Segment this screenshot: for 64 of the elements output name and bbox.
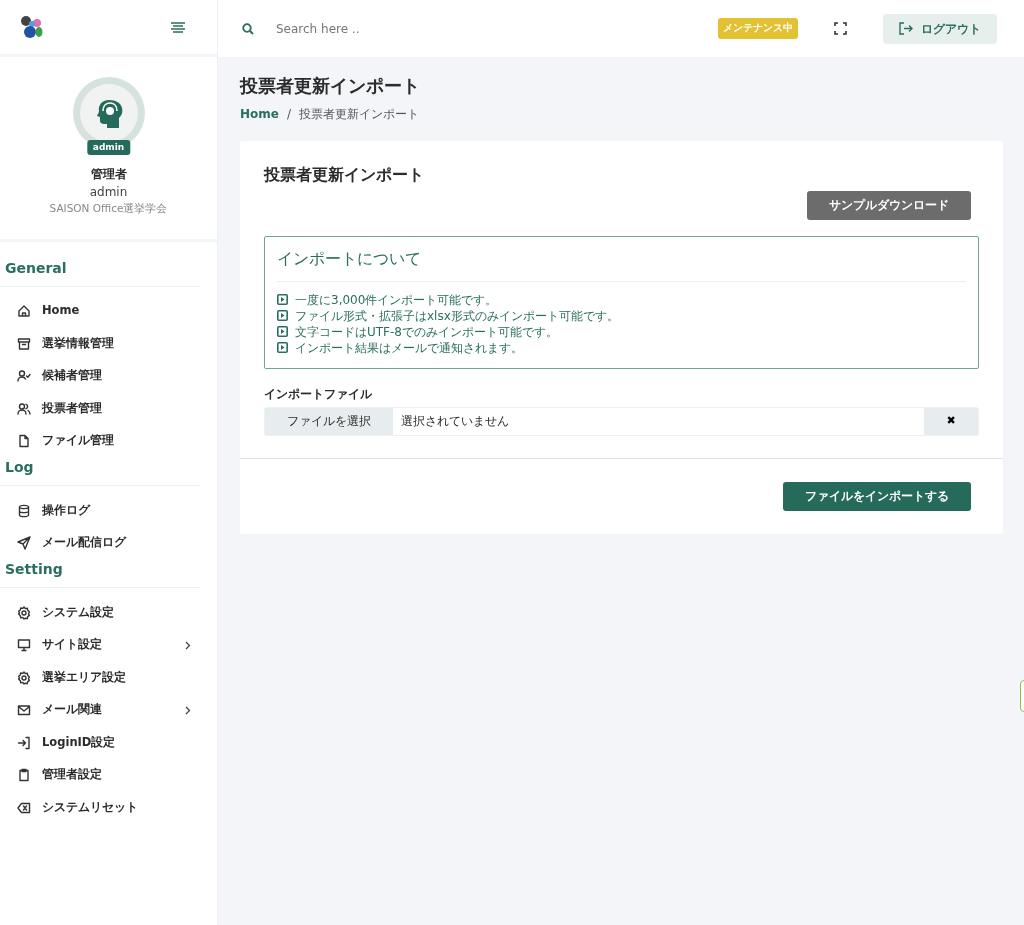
organization-name: SAISON Office選挙学会: [48, 201, 169, 216]
archive-icon: [17, 336, 31, 351]
info-text: 一度に3,000件インポート可能です。: [295, 291, 498, 308]
play-square-icon: [277, 310, 288, 322]
card-title: 投票者更新インポート: [264, 163, 425, 186]
info-text: インポート結果はメールで通知されます。: [295, 339, 523, 356]
logout-button[interactable]: ログアウト: [883, 13, 997, 44]
gear-icon: [17, 605, 31, 620]
file-status: 選択されていません: [400, 412, 510, 430]
monitor-icon: [17, 638, 31, 652]
mail-icon: [17, 703, 31, 717]
sidebar-item[interactable]: 候補者管理: [0, 359, 217, 393]
role-badge: admin: [86, 139, 131, 155]
sidebar-item[interactable]: 管理者設定: [0, 758, 217, 792]
sidebar-item[interactable]: システムリセット: [0, 791, 217, 824]
send-icon: [17, 536, 31, 550]
file-input[interactable]: ファイルを選択 選択されていません ✖: [264, 406, 979, 436]
breadcrumb-separator: /: [286, 106, 291, 121]
sidebar-item[interactable]: 操作ログ: [0, 494, 217, 527]
sidebar-item[interactable]: サイト設定: [0, 628, 217, 662]
info-text: 文字コードはUTF-8でのみインポート可能です。: [295, 323, 558, 340]
page-title: 投票者更新インポート: [240, 75, 421, 97]
menu-icon[interactable]: [171, 21, 185, 33]
play-square-icon: [277, 294, 288, 306]
play-square-icon: [277, 342, 288, 354]
import-button[interactable]: ファイルをインポートする: [783, 481, 971, 512]
sidebar-item[interactable]: メール関連: [0, 693, 217, 727]
gear-icon: [17, 670, 31, 685]
users-icon: [17, 401, 31, 416]
section-heading: General: [0, 257, 200, 287]
search-icon: [242, 22, 254, 35]
file-icon: [17, 434, 31, 448]
logo-icon: [20, 15, 44, 39]
section-heading: Log: [0, 457, 200, 487]
field-label: インポートファイル: [264, 385, 373, 403]
sidebar-item[interactable]: メール配信ログ: [0, 526, 217, 560]
maintenance-badge: メンテナンス中: [718, 18, 798, 39]
breadcrumb-link[interactable]: Home: [240, 106, 279, 121]
username: admin: [88, 184, 129, 201]
info-text: ファイル形式・拡張子はxlsx形式のみインポート可能です。: [295, 307, 619, 324]
user-check-icon: [17, 369, 31, 383]
user-name: 管理者: [89, 166, 128, 183]
sidebar-item[interactable]: LoginID設定: [0, 726, 217, 759]
login-icon: [17, 735, 31, 750]
choose-file-button[interactable]: ファイルを選択: [265, 407, 393, 435]
database-icon: [17, 503, 31, 518]
headset-person-icon: [94, 98, 123, 128]
sidebar-item[interactable]: システム設定: [0, 596, 217, 629]
sidebar-item[interactable]: ファイル管理: [0, 424, 217, 458]
sample-download-button[interactable]: サンプルダウンロード: [807, 190, 971, 220]
section-heading: Setting: [0, 559, 200, 589]
sidebar-item[interactable]: Home: [0, 294, 217, 328]
sidebar-item[interactable]: 投票者管理: [0, 392, 217, 425]
home-icon: [17, 304, 31, 318]
clipboard-icon: [17, 768, 31, 782]
play-square-icon: [277, 326, 288, 338]
fullscreen-icon[interactable]: [834, 22, 847, 35]
breadcrumb-current: 投票者更新インポート: [299, 106, 419, 121]
sidebar-item[interactable]: 選挙エリア設定: [0, 661, 217, 694]
info-title: インポートについて: [277, 246, 966, 282]
logout-icon: [899, 22, 913, 35]
sidebar-item[interactable]: 選挙情報管理: [0, 327, 217, 360]
clear-button[interactable]: ✖: [924, 407, 978, 435]
backspace-icon: [17, 800, 31, 815]
